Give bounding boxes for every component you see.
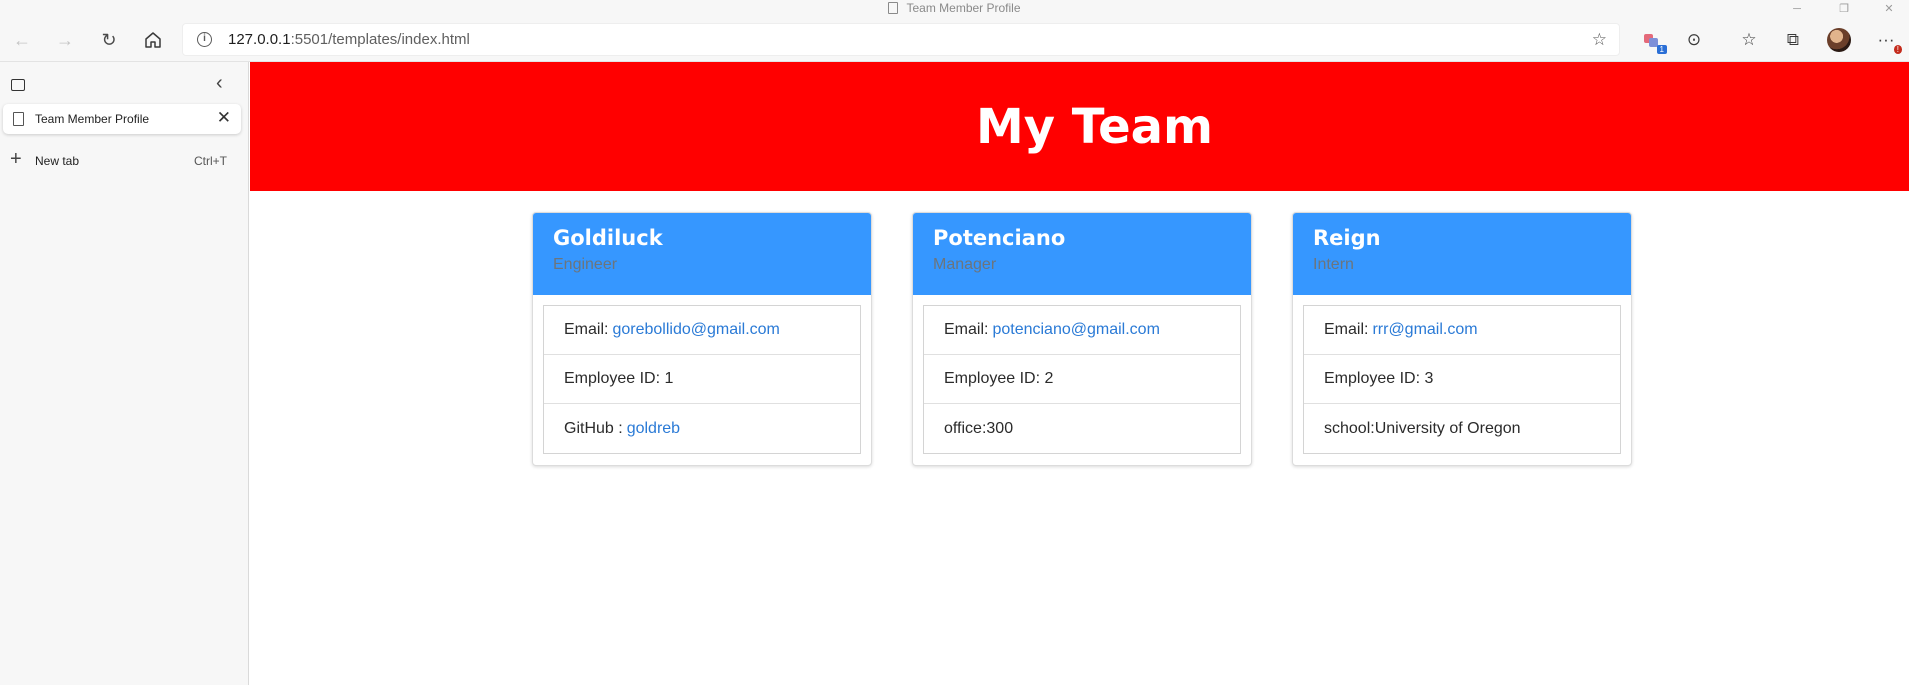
window-titlebar: Team Member Profile ─ ❐ ✕ xyxy=(0,0,1909,17)
email-link[interactable]: rrr@gmail.com xyxy=(1372,321,1477,339)
window-title: Team Member Profile xyxy=(906,1,1021,15)
address-bar[interactable]: i 127.0.0.1:5501/templates/index.html ☆ xyxy=(182,23,1620,56)
add-favorite-icon[interactable]: ☆ xyxy=(1592,30,1607,50)
github-link[interactable]: goldreb xyxy=(627,420,680,438)
home-button[interactable] xyxy=(138,25,168,55)
more-options-icon: ··· xyxy=(1877,30,1895,49)
tab-label: Team Member Profile xyxy=(35,112,150,126)
document-icon xyxy=(13,112,24,126)
list-item: school:University of Oregon xyxy=(1304,404,1620,453)
reader-icon: ⊙ xyxy=(1686,30,1702,49)
card-header: Goldiluck Engineer xyxy=(533,213,871,295)
tab-actions-icon[interactable] xyxy=(11,79,25,91)
list-item: Employee ID: 1 xyxy=(544,355,860,404)
browser-toolbar: ← → ↻ i 127.0.0.1:5501/templates/index.h… xyxy=(0,17,1909,62)
list-item: office:300 xyxy=(924,404,1240,453)
minimize-button[interactable]: ─ xyxy=(1777,0,1817,17)
card-header: Reign Intern xyxy=(1293,213,1631,295)
restore-button[interactable]: ❐ xyxy=(1824,0,1864,17)
list-item: Email: potenciano@gmail.com xyxy=(924,306,1240,355)
card-header: Potenciano Manager xyxy=(913,213,1251,295)
close-tab-icon[interactable]: ✕ xyxy=(217,108,231,128)
member-name: Potenciano xyxy=(933,226,1066,250)
refresh-icon: ↻ xyxy=(101,29,117,50)
list-item: GitHub : goldreb xyxy=(544,404,860,453)
email-label: Email: xyxy=(564,321,609,338)
arrow-left-icon: ← xyxy=(13,29,31,50)
vertical-tabs-panel: ‹ Team Member Profile ✕ + New tab Ctrl+T xyxy=(0,62,249,685)
menu-alert-badge: ! xyxy=(1893,45,1902,54)
refresh-button[interactable]: ↻ xyxy=(94,25,124,55)
employee-id: Employee ID: 2 xyxy=(944,370,1054,387)
team-header: My Team xyxy=(250,62,1909,191)
member-details-list: Email: rrr@gmail.com Employee ID: 3 schoo… xyxy=(1303,305,1621,454)
team-member-card: Goldiluck Engineer Email: gorebollido@gma… xyxy=(532,212,872,466)
url-text[interactable]: 127.0.0.1:5501/templates/index.html xyxy=(228,31,470,48)
favorites-icon: ☆ xyxy=(1741,30,1757,49)
member-name: Reign xyxy=(1313,226,1381,250)
avatar xyxy=(1827,28,1851,52)
member-name: Goldiluck xyxy=(553,226,663,250)
collections-icon: ⧉ xyxy=(1786,30,1800,49)
member-role: Engineer xyxy=(553,256,618,273)
email-label: Email: xyxy=(944,321,989,338)
page-content: My Team Goldiluck Engineer Email: gorebol… xyxy=(250,62,1909,685)
url-host: 127.0.0.1 xyxy=(228,31,291,48)
profile-button[interactable] xyxy=(1825,26,1853,54)
collapse-panel-icon[interactable]: ‹ xyxy=(216,72,223,95)
email-link[interactable]: gorebollido@gmail.com xyxy=(612,321,779,339)
employee-id: Employee ID: 1 xyxy=(564,370,674,387)
site-info-icon[interactable]: i xyxy=(197,32,212,47)
member-details-list: Email: gorebollido@gmail.com Employee ID:… xyxy=(543,305,861,454)
back-button[interactable]: ← xyxy=(7,25,37,55)
email-label: Email: xyxy=(1324,321,1369,338)
url-path: :5501/templates/index.html xyxy=(290,31,470,48)
plus-icon: + xyxy=(10,148,22,170)
window-title-wrap: Team Member Profile xyxy=(0,1,1909,15)
immersive-reader-button[interactable]: ⊙ xyxy=(1680,26,1708,54)
extension-button[interactable]: 1 xyxy=(1637,26,1667,54)
team-member-card: Potenciano Manager Email: potenciano@gmai… xyxy=(912,212,1252,466)
favorites-button[interactable]: ☆ xyxy=(1735,26,1763,54)
list-item: Email: gorebollido@gmail.com xyxy=(544,306,860,355)
close-window-button[interactable]: ✕ xyxy=(1869,0,1909,17)
new-tab-shortcut: Ctrl+T xyxy=(194,154,227,168)
github-label: GitHub : xyxy=(564,419,623,437)
member-role: Manager xyxy=(933,256,997,273)
team-member-card: Reign Intern Email: rrr@gmail.com Employe… xyxy=(1292,212,1632,466)
list-item: Email: rrr@gmail.com xyxy=(1304,306,1620,355)
arrow-right-icon: → xyxy=(56,29,74,50)
new-tab-button[interactable]: + New tab Ctrl+T xyxy=(0,148,241,174)
tab-team-member-profile[interactable]: Team Member Profile ✕ xyxy=(3,104,241,134)
member-role: Intern xyxy=(1313,256,1354,273)
new-tab-label: New tab xyxy=(35,154,80,168)
email-link[interactable]: potenciano@gmail.com xyxy=(992,321,1159,339)
list-item: Employee ID: 2 xyxy=(924,355,1240,404)
settings-menu-button[interactable]: ··· ! xyxy=(1872,26,1902,54)
employee-id: Employee ID: 3 xyxy=(1324,370,1434,387)
list-item: Employee ID: 3 xyxy=(1304,355,1620,404)
forward-button[interactable]: → xyxy=(50,25,80,55)
school-name: school:University of Oregon xyxy=(1324,419,1521,437)
home-icon xyxy=(145,32,161,48)
member-details-list: Email: potenciano@gmail.com Employee ID: … xyxy=(923,305,1241,454)
collections-button[interactable]: ⧉ xyxy=(1779,26,1807,54)
document-icon xyxy=(888,2,899,14)
office-number: office:300 xyxy=(944,419,1014,437)
extension-badge: 1 xyxy=(1656,45,1667,54)
page-title: My Team xyxy=(975,98,1214,155)
